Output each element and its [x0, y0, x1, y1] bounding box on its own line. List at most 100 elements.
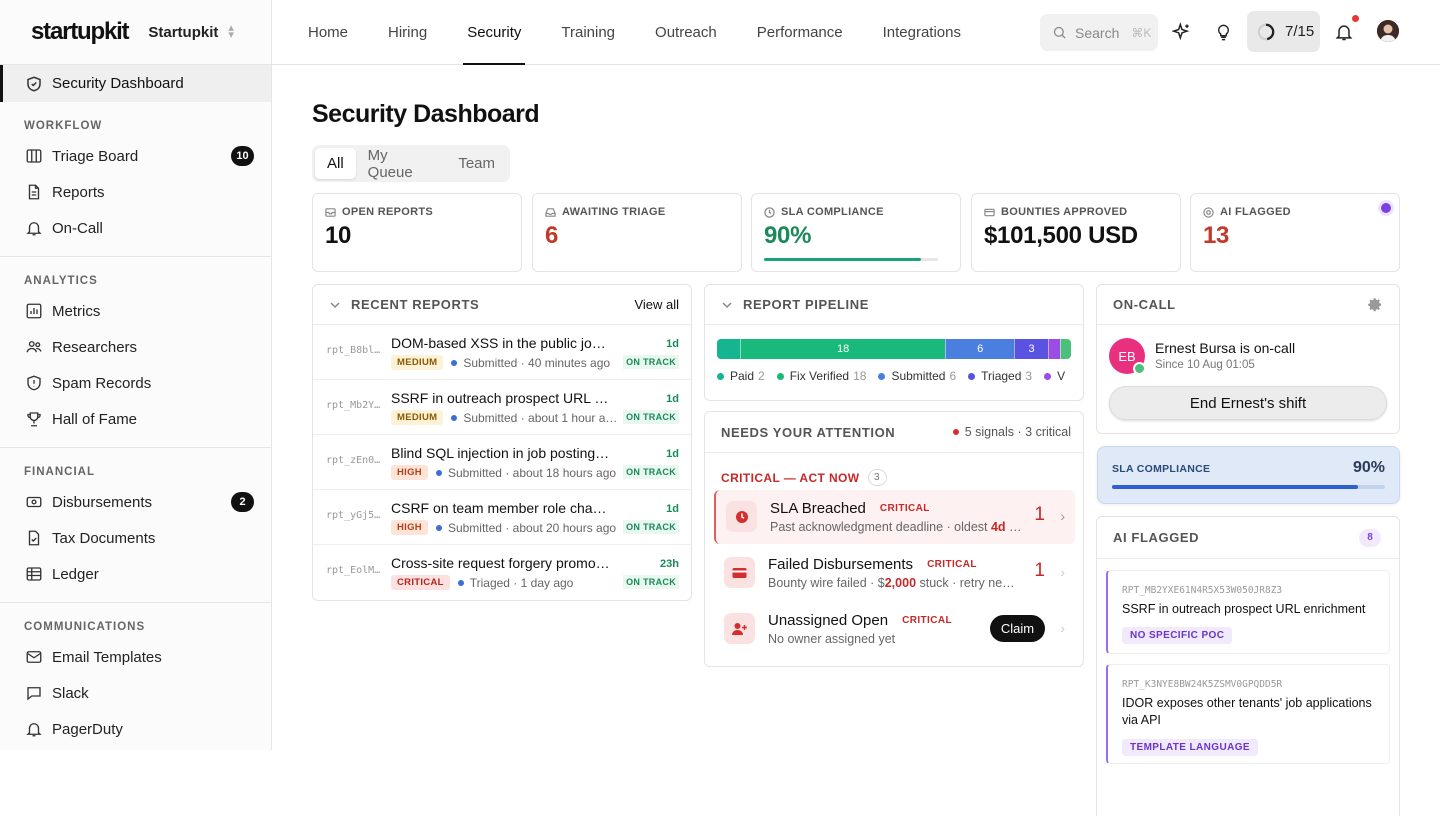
- sidebar-item-slack[interactable]: Slack: [0, 675, 271, 711]
- search-icon: [1052, 25, 1067, 40]
- report-title: IDOR exposes other tenants' job applicat…: [1122, 695, 1382, 729]
- attention-count: 1: [1034, 504, 1045, 526]
- pipeline-segment[interactable]: [1060, 339, 1071, 359]
- stat-value: 6: [545, 222, 729, 250]
- legend-count: 3: [1025, 369, 1032, 383]
- workspace-switcher[interactable]: Startupkit: [148, 24, 218, 41]
- sidebar-item-spam-records[interactable]: Spam Records: [0, 365, 271, 401]
- status-dot: [451, 415, 457, 421]
- critical-tag: CRITICAL: [927, 559, 977, 570]
- report-title: Blind SQL injection in job posting …: [391, 445, 613, 461]
- legend-count: 18: [853, 369, 866, 383]
- tray-icon: [545, 207, 556, 218]
- sidebar-item-triage-board[interactable]: Triage Board 10: [0, 138, 271, 174]
- sparkles-icon[interactable]: [1169, 19, 1195, 45]
- tab-hiring[interactable]: Hiring: [368, 0, 447, 65]
- gear-icon[interactable]: [1368, 297, 1383, 312]
- mail-icon: [24, 647, 44, 667]
- status-dot: [458, 580, 464, 586]
- lightbulb-icon[interactable]: [1210, 19, 1236, 45]
- sidebar-item-pagerduty[interactable]: PagerDuty: [0, 711, 271, 747]
- search-input[interactable]: Search ⌘K: [1040, 14, 1158, 51]
- notifications-bell-icon[interactable]: [1331, 19, 1357, 45]
- tab-integrations[interactable]: Integrations: [863, 0, 981, 65]
- report-row[interactable]: rpt_Mb2Y… SSRF in outreach prospect URL …: [313, 380, 691, 435]
- stat-bounties-approved[interactable]: BOUNTIES APPROVED $101,500 USD: [971, 193, 1181, 272]
- progress-label: 7/15: [1285, 23, 1314, 40]
- sidebar-item-on-call[interactable]: On-Call: [0, 210, 271, 246]
- sidebar-item-ledger[interactable]: Ledger: [0, 556, 271, 592]
- sla-card-label: SLA COMPLIANCE: [1112, 463, 1210, 475]
- report-row[interactable]: rpt_yGj5… CSRF on team member role chan……: [313, 490, 691, 545]
- sla-progress-bar: [764, 258, 938, 261]
- claim-button[interactable]: Claim: [990, 615, 1045, 642]
- legend-label: V: [1057, 369, 1065, 383]
- sidebar-item-researchers[interactable]: Researchers: [0, 329, 271, 365]
- attention-item-unassigned-open[interactable]: Unassigned OpenCRITICAL No owner assigne…: [714, 602, 1075, 656]
- recent-reports-panel: RECENT REPORTS View all rpt_B8bl… DOM-ba…: [312, 284, 692, 601]
- pipeline-segment[interactable]: 18: [740, 339, 946, 359]
- attention-item-sla-breached[interactable]: SLA BreachedCRITICAL Past acknowledgment…: [714, 490, 1075, 544]
- legend-label: Submitted: [891, 369, 945, 383]
- pipeline-segment[interactable]: [717, 339, 740, 359]
- sidebar-item-tax-documents[interactable]: Tax Documents: [0, 520, 271, 556]
- sidebar-item-label: Slack: [52, 685, 89, 702]
- tab-home[interactable]: Home: [288, 0, 368, 65]
- progress-indicator[interactable]: 7/15: [1247, 11, 1320, 52]
- sidebar-item-label: PagerDuty: [52, 721, 123, 738]
- sla-compliance-card[interactable]: SLA COMPLIANCE 90%: [1097, 446, 1400, 504]
- report-row[interactable]: rpt_zEn0… Blind SQL injection in job pos…: [313, 435, 691, 490]
- stat-open-reports[interactable]: OPEN REPORTS 10: [312, 193, 522, 272]
- sidebar-item-email-templates[interactable]: Email Templates: [0, 639, 271, 675]
- sidebar-item-security-dashboard[interactable]: Security Dashboard: [0, 65, 271, 102]
- sidebar-item-label: Tax Documents: [52, 530, 155, 547]
- legend-dot: [968, 373, 975, 380]
- sidebar-item-disbursements[interactable]: Disbursements 2: [0, 484, 271, 520]
- status-dot: [436, 525, 442, 531]
- report-age: 23h: [660, 558, 679, 570]
- filter-all[interactable]: All: [315, 148, 356, 179]
- stat-value: 10: [325, 222, 509, 250]
- report-title: SSRF in outreach prospect URL enrichment: [1122, 601, 1382, 618]
- end-shift-button[interactable]: End Ernest's shift: [1109, 386, 1387, 420]
- filter-team[interactable]: Team: [446, 148, 507, 179]
- stat-label: AWAITING TRIAGE: [562, 206, 666, 218]
- search-shortcut: ⌘K: [1131, 26, 1151, 40]
- ai-flagged-card[interactable]: RPT_MB2YXE61N4R5X53W050JR8Z3 SSRF in out…: [1106, 570, 1390, 654]
- chevron-right-icon: ›: [1060, 508, 1065, 524]
- pipeline-segment[interactable]: 3: [1014, 339, 1048, 359]
- view-all-link[interactable]: View all: [634, 297, 679, 312]
- legend-count: 6: [949, 369, 956, 383]
- tab-performance[interactable]: Performance: [737, 0, 863, 65]
- tab-security[interactable]: Security: [447, 0, 541, 65]
- chevron-down-icon[interactable]: [721, 299, 733, 311]
- tab-training[interactable]: Training: [541, 0, 635, 65]
- ai-flagged-card[interactable]: RPT_K3NYE8BW24K5ZSMV0GPQDD5R IDOR expose…: [1106, 664, 1390, 764]
- attention-item-failed-disbursements[interactable]: Failed DisbursementsCRITICAL Bounty wire…: [714, 546, 1075, 600]
- stat-ai-flagged[interactable]: AI FLAGGED 13: [1190, 193, 1400, 272]
- file-check-icon: [24, 528, 44, 548]
- report-id: rpt_EolM…: [326, 565, 380, 576]
- users-icon: [24, 337, 44, 357]
- progress-ring-icon: [1257, 23, 1275, 41]
- clock-icon: [764, 207, 775, 218]
- attention-subtitle: Bounty wire failed · $2,000 stuck · retr…: [768, 576, 1028, 590]
- pipeline-segment[interactable]: 6: [945, 339, 1014, 359]
- startupkit-logo[interactable]: startupkit: [31, 18, 128, 46]
- critical-group-heading: CRITICAL — ACT NOW3: [721, 469, 887, 486]
- report-row[interactable]: rpt_B8bl… DOM-based XSS in the public jo…: [313, 325, 691, 380]
- sidebar-item-hall-of-fame[interactable]: Hall of Fame: [0, 401, 271, 437]
- chevron-down-icon[interactable]: [329, 299, 341, 311]
- pipeline-segment[interactable]: [1048, 339, 1059, 359]
- user-avatar[interactable]: [1377, 20, 1399, 42]
- sidebar-item-reports[interactable]: Reports: [0, 174, 271, 210]
- filter-my-queue[interactable]: My Queue: [356, 148, 447, 179]
- chevron-updown-icon[interactable]: ▴▾: [228, 25, 234, 39]
- report-age: 1d: [666, 448, 679, 460]
- stat-awaiting-triage[interactable]: AWAITING TRIAGE 6: [532, 193, 742, 272]
- sidebar-item-metrics[interactable]: Metrics: [0, 293, 271, 329]
- tab-outreach[interactable]: Outreach: [635, 0, 737, 65]
- stat-sla-compliance[interactable]: SLA COMPLIANCE 90%: [751, 193, 961, 272]
- report-row[interactable]: rpt_EolM… Cross-site request forgery pro…: [313, 545, 691, 600]
- subtitle-text: stuck · retry ne…: [916, 576, 1015, 590]
